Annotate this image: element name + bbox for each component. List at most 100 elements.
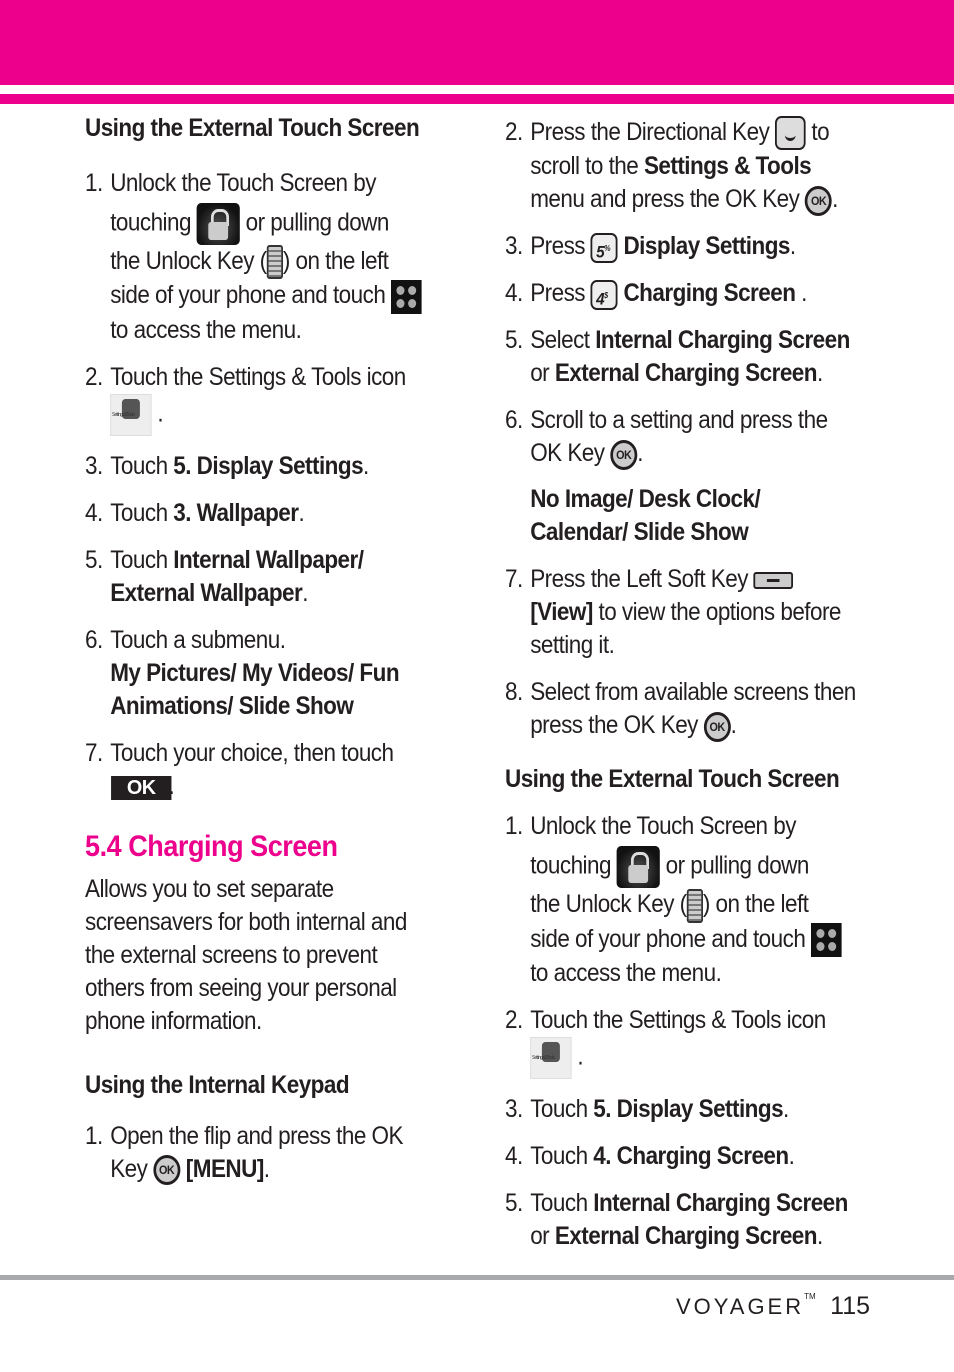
step-text: Press [530, 279, 586, 308]
settings-tools-icon [530, 1037, 572, 1080]
step-text: . [783, 1095, 789, 1124]
list-item: 1. Unlock the Touch Screen by touching o… [505, 810, 880, 990]
step-number: 3. [85, 451, 103, 480]
step-text: touching [110, 208, 191, 237]
key-symbol: % [604, 243, 610, 253]
list-item: 1. Unlock the Touch Screen by touching o… [85, 167, 455, 347]
trademark: TM [804, 1292, 816, 1301]
view-label: [View] [530, 598, 593, 627]
step-text: Press the Directional Key [530, 118, 770, 146]
list-item: 2. Touch the Settings & Tools icon . [505, 1004, 880, 1080]
step-number: 8. [505, 678, 523, 707]
step-number: 1. [505, 812, 523, 841]
list-item: 1. Open the flip and press the OK Key OK… [85, 1120, 455, 1186]
step-text: . [832, 185, 838, 214]
step-text: press the OK Key [530, 711, 698, 740]
menu-grid-icon [391, 279, 422, 314]
step-text: scroll to the [530, 152, 644, 181]
step-bold-text: Internal Wallpaper/ [173, 545, 364, 574]
step-bold-text: External Wallpaper [110, 578, 303, 607]
step-number: 6. [85, 625, 103, 654]
list-item: 3. Press 5% Display Settings. [505, 230, 880, 263]
settings-tools-icon [110, 393, 152, 436]
step-bold-text: 5. Display Settings [593, 1095, 784, 1124]
ok-key-icon: OK [703, 711, 731, 742]
brand-name: VOYAGER [675, 1294, 805, 1319]
key-digit: 4 [596, 289, 605, 309]
desc-line: phone information. [85, 1006, 262, 1035]
step-bold-text: Charging Screen [623, 279, 796, 308]
step-number: 1. [85, 169, 103, 197]
step-text: . [577, 1042, 584, 1071]
step-bold-text: 4. Charging Screen [593, 1142, 789, 1171]
page-number: 115 [830, 1292, 870, 1320]
step-text: . [298, 498, 305, 527]
left-column: Using the External Touch Screen 1. Unloc… [85, 112, 455, 1186]
list-item: 2. Press the Directional Key to scroll t… [505, 116, 880, 216]
step-text: to [811, 118, 830, 146]
ok-key-icon: OK [153, 1155, 181, 1186]
step-number: 2. [505, 1006, 523, 1035]
step-text: Touch [110, 545, 174, 574]
key-5-icon: 5% [590, 232, 618, 263]
step-number: 7. [505, 565, 523, 594]
step-text: Press the Left Soft Key [530, 565, 748, 594]
step-text: or [530, 359, 555, 388]
step-text: . [816, 1222, 823, 1251]
list-item: 3. Touch 5. Display Settings. [85, 450, 455, 483]
desc-line: screensavers for both internal and [85, 907, 407, 936]
step-bold-text: External Charging Screen [554, 1222, 818, 1251]
step-number: 2. [85, 362, 103, 391]
desc-line: Allows you to set separate [85, 874, 334, 903]
step-number: 4. [505, 279, 523, 308]
step-text: . [263, 1154, 270, 1183]
step-text: the Unlock Key ( [530, 890, 687, 919]
footer-rule [0, 1275, 954, 1280]
step-text: menu and press the OK Key [530, 185, 800, 214]
step-text: . [795, 279, 807, 308]
step-text: . [363, 451, 369, 480]
step-text: . [788, 1142, 795, 1171]
step-text: Touch [110, 451, 174, 480]
directional-key-down-icon [775, 116, 806, 151]
list-item: 4. Touch 3. Wallpaper. [85, 497, 455, 530]
step-text: Unlock the Touch Screen by [110, 169, 376, 197]
list-item: 4. Press 4$ Charging Screen . [505, 277, 880, 310]
step-number: 6. [505, 406, 523, 435]
unlock-key-icon [686, 888, 703, 923]
step-text: Touch the Settings & Tools icon [110, 362, 406, 391]
list-item: 3. Touch 5. Display Settings. [505, 1093, 880, 1126]
step-bold-text: 3. Wallpaper [173, 498, 299, 527]
step-number: 1. [85, 1121, 103, 1150]
unlock-key-icon [266, 245, 283, 280]
step-text: ) on the left [702, 890, 809, 919]
step-bold-text: Internal Charging Screen [595, 326, 850, 355]
step-number: 4. [505, 1142, 523, 1171]
step-bold-text: External Charging Screen [554, 359, 818, 388]
step-text: Touch [530, 1095, 594, 1124]
step-text: or pulling down [665, 852, 810, 880]
step-text: . [157, 399, 164, 428]
section-title: 5.4 Charging Screen [85, 829, 338, 863]
list-item: 8. Select from available screens then pr… [505, 676, 880, 742]
lock-icon [616, 846, 660, 889]
step-text: or pulling down [245, 208, 390, 237]
step-bold-text: Animations/ Slide Show [110, 691, 354, 720]
step-number: 7. [85, 738, 103, 767]
key-digit: 5 [596, 242, 605, 262]
key-symbol: $ [604, 290, 608, 300]
step-bold-text: My Pictures/ My Videos/ Fun [110, 658, 400, 687]
step-text: ) on the left [282, 247, 389, 275]
list-item: 6. Scroll to a setting and press the OK … [505, 404, 880, 549]
list-item: 4. Touch 4. Charging Screen. [505, 1140, 880, 1173]
step-text: Touch your choice, then touch [110, 738, 394, 767]
list-item: 5. Touch Internal Wallpaper/ External Wa… [85, 544, 455, 610]
step-text: to access the menu. [110, 315, 302, 344]
step-text: Select from available screens then [530, 678, 856, 707]
step-number: 4. [85, 498, 103, 527]
step-text: Touch a submenu. [110, 625, 286, 654]
key-4-icon: 4$ [590, 279, 618, 310]
step-bold-text: Internal Charging Screen [593, 1189, 848, 1218]
step-bold-text: 5. Display Settings [173, 451, 364, 480]
option-list-text: No Image/ Desk Clock/ [530, 485, 761, 514]
